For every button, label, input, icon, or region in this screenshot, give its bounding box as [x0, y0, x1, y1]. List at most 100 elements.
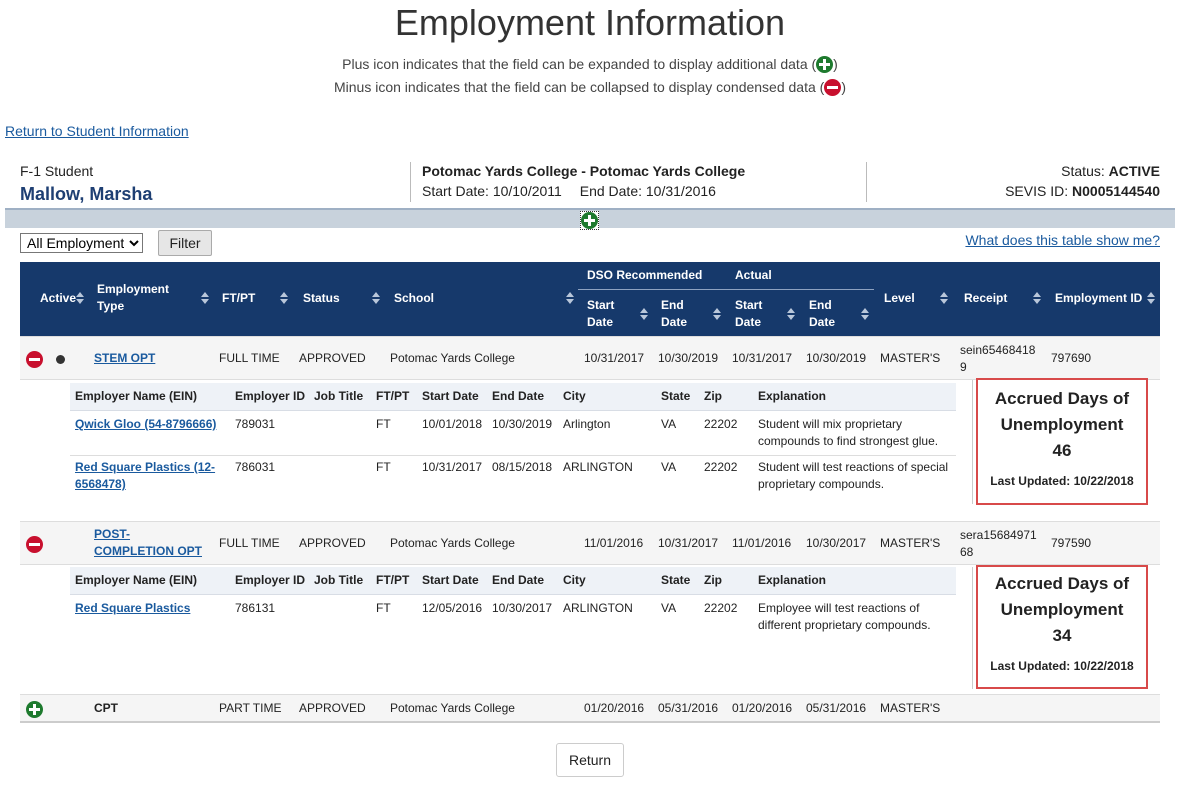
- col-dso-start[interactable]: Start Date: [587, 297, 614, 331]
- sub-col-employer-id: Employer ID: [235, 573, 306, 587]
- col-employment-id[interactable]: Employment ID: [1055, 290, 1142, 307]
- collapse-row-button[interactable]: [26, 351, 43, 368]
- employer-state-cell: VA: [661, 601, 677, 615]
- minus-legend-text: Minus icon indicates that the field can …: [334, 79, 825, 95]
- actual-start-cell: 01/20/2016: [732, 701, 793, 715]
- sub-col-start: Start Date: [422, 389, 479, 403]
- table-bottom-border: [20, 721, 1160, 723]
- sub-col-end: End Date: [492, 573, 545, 587]
- plus-circle-icon: [581, 212, 598, 229]
- employer-name-link[interactable]: Red Square Plastics (12- 6568478): [75, 460, 215, 491]
- dso-start-cell: 10/31/2017: [584, 351, 645, 365]
- table-row: STEM OPT FULL TIME APPROVED Potomac Yard…: [20, 336, 1160, 380]
- accrued-last-updated: Last Updated: 10/22/2018: [990, 474, 1134, 488]
- minus-legend: Minus icon indicates that the field can …: [0, 79, 1180, 96]
- col-group-dso: DSO Recommended: [587, 268, 703, 282]
- employer-start-cell: 10/31/2017: [422, 460, 483, 474]
- col-dso-end[interactable]: End Date: [661, 297, 687, 331]
- employer-ftpt-cell: FT: [376, 601, 391, 615]
- sort-icon[interactable]: [280, 292, 288, 305]
- employer-start-cell: 12/05/2016: [422, 601, 483, 615]
- col-actual-start[interactable]: Start Date: [735, 297, 762, 331]
- employment-id-cell: 797590: [1051, 536, 1092, 550]
- sort-icon[interactable]: [787, 308, 795, 321]
- sort-icon[interactable]: [566, 292, 574, 305]
- col-school[interactable]: School: [394, 290, 434, 307]
- sort-icon[interactable]: [861, 308, 869, 321]
- sub-col-state: State: [661, 573, 691, 587]
- page-title: Employment Information: [394, 2, 786, 43]
- employer-zip-cell: 22202: [704, 417, 738, 431]
- minus-legend-close: ): [841, 79, 846, 95]
- employment-type-link[interactable]: POST- COMPLETION OPT: [94, 527, 202, 558]
- employer-name-link[interactable]: Red Square Plastics: [75, 601, 190, 615]
- filter-button[interactable]: Filter: [158, 230, 212, 256]
- employer-zip-cell: 22202: [704, 460, 738, 474]
- sort-icon[interactable]: [713, 308, 721, 321]
- collapse-row-button[interactable]: [26, 536, 43, 553]
- sort-icon[interactable]: [201, 292, 209, 305]
- end-date-label: End Date:: [579, 183, 642, 199]
- program-dates: Start Date: 10/10/2011 End Date: 10/31/2…: [422, 183, 716, 199]
- sort-icon[interactable]: [1033, 292, 1041, 305]
- col-receipt[interactable]: Receipt: [964, 290, 1007, 307]
- sort-icon[interactable]: [1147, 292, 1155, 305]
- expand-row-button[interactable]: [26, 701, 43, 718]
- ftpt-cell: FULL TIME: [219, 351, 280, 365]
- sub-col-ftpt: FT/PT: [376, 389, 410, 403]
- sub-col-start: Start Date: [422, 573, 479, 587]
- col-level[interactable]: Level: [884, 290, 915, 307]
- status-value: ACTIVE: [1108, 163, 1160, 179]
- employment-type-link[interactable]: STEM OPT: [94, 351, 155, 365]
- employment-filter-select[interactable]: All Employment: [20, 233, 143, 253]
- sort-icon[interactable]: [640, 308, 648, 321]
- actual-start-cell: 10/31/2017: [732, 351, 793, 365]
- return-button[interactable]: Return: [556, 743, 624, 777]
- dso-end-cell: 05/31/2016: [658, 701, 719, 715]
- sub-col-state: State: [661, 389, 691, 403]
- employer-id-cell: 789031: [235, 417, 276, 431]
- school-cell: Potomac Yards College: [390, 351, 515, 365]
- accrued-unemployment-box: Accrued Days of Unemployment 46 Last Upda…: [976, 378, 1148, 505]
- sub-col-zip: Zip: [704, 573, 722, 587]
- table-help-link[interactable]: What does this table show me?: [965, 232, 1160, 248]
- sub-col-ftpt: FT/PT: [376, 573, 410, 587]
- accrued-title: Accrued Days of Unemployment: [994, 389, 1130, 434]
- col-actual-end[interactable]: End Date: [809, 297, 835, 331]
- return-to-student-link[interactable]: Return to Student Information: [5, 123, 189, 139]
- plus-legend: Plus icon indicates that the field can b…: [0, 56, 1180, 73]
- end-date-value: 10/31/2016: [645, 183, 716, 199]
- col-active[interactable]: Active: [40, 290, 76, 307]
- sub-col-employer-id: Employer ID: [235, 389, 306, 403]
- sevis-id: SEVIS ID: N0005144540: [1005, 183, 1160, 199]
- ftpt-cell: FULL TIME: [219, 536, 280, 550]
- sevis-id-value: N0005144540: [1072, 183, 1160, 199]
- employer-city-cell: Arlington: [563, 417, 611, 431]
- sort-icon[interactable]: [940, 292, 948, 305]
- plus-circle-icon: [816, 56, 834, 73]
- col-status[interactable]: Status: [303, 290, 340, 307]
- employer-state-cell: VA: [661, 417, 677, 431]
- expand-header-button[interactable]: [580, 211, 599, 230]
- employment-table-header: Active Employment Type FT/PT Status Schoo…: [20, 262, 1160, 336]
- employer-name-link[interactable]: Qwick Gloo (54-8796666): [75, 417, 216, 431]
- sub-col-city: City: [563, 573, 586, 587]
- accrued-divider: [972, 380, 973, 504]
- col-employment-type[interactable]: Employment Type: [97, 281, 169, 315]
- status-cell: APPROVED: [299, 701, 366, 715]
- sort-icon[interactable]: [372, 292, 380, 305]
- plus-legend-text: Plus icon indicates that the field can b…: [342, 56, 817, 72]
- header-divider: [866, 162, 867, 202]
- sub-col-explanation: Explanation: [758, 573, 827, 587]
- group-divider: [578, 289, 874, 290]
- table-row: POST- COMPLETION OPT FULL TIME APPROVED P…: [20, 521, 1160, 565]
- sort-icon[interactable]: [76, 292, 84, 305]
- sub-col-zip: Zip: [704, 389, 722, 403]
- employer-zip-cell: 22202: [704, 601, 738, 615]
- accrued-last-updated: Last Updated: 10/22/2018: [990, 659, 1134, 673]
- employment-type-cell: POST- COMPLETION OPT: [94, 526, 202, 560]
- accrued-unemployment-box: Accrued Days of Unemployment 34 Last Upda…: [976, 565, 1148, 689]
- accrued-days: 34: [1052, 626, 1072, 645]
- col-ftpt[interactable]: FT/PT: [222, 290, 255, 307]
- minus-circle-icon: [824, 79, 842, 96]
